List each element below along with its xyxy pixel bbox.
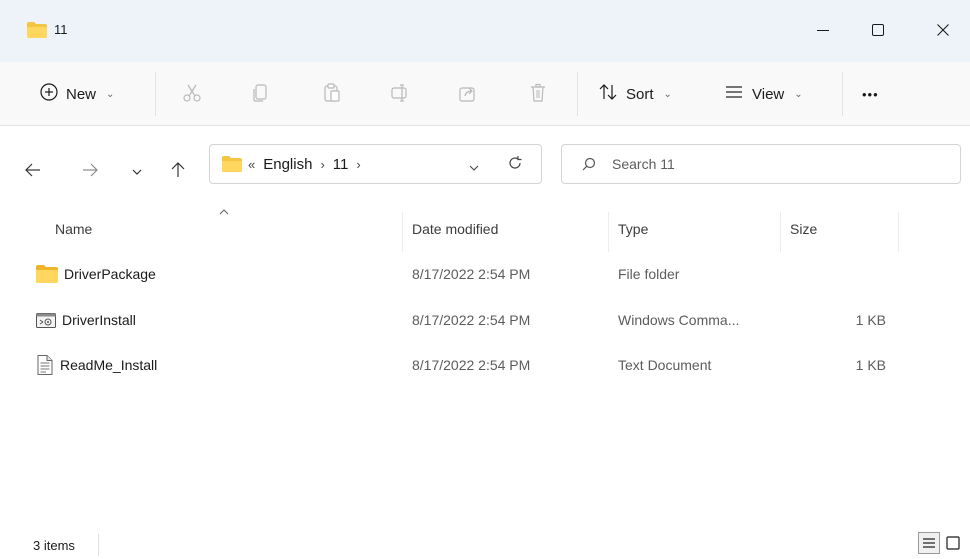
forward-button[interactable]	[77, 158, 103, 184]
status-divider	[98, 534, 99, 556]
toolbar-divider	[842, 72, 843, 116]
delete-button[interactable]	[520, 76, 556, 112]
minimize-button[interactable]	[800, 10, 846, 50]
file-name-cell: ReadMe_Install	[36, 355, 157, 375]
window-title: 11	[54, 22, 68, 37]
title-bar: 11	[0, 0, 970, 62]
maximize-button[interactable]	[855, 10, 901, 50]
breadcrumb-english[interactable]: English	[263, 156, 312, 173]
file-size: 1 KB	[855, 312, 886, 328]
file-type: Windows Comma...	[618, 312, 740, 328]
file-name: DriverPackage	[64, 266, 156, 282]
toolbar-divider	[577, 72, 578, 116]
chevron-down-icon: ⌄	[794, 88, 803, 100]
sort-button[interactable]: Sort ⌄	[598, 76, 672, 112]
back-button[interactable]	[20, 158, 46, 184]
column-header-date[interactable]: Date modified	[412, 221, 498, 237]
more-options-button[interactable]: •••	[862, 76, 879, 112]
sort-arrows-icon	[598, 83, 618, 105]
folder-icon	[36, 265, 58, 283]
arrow-up-icon	[171, 161, 185, 181]
file-name: DriverInstall	[62, 312, 136, 328]
column-header-type[interactable]: Type	[618, 221, 648, 237]
command-script-icon	[36, 311, 56, 329]
folder-icon	[27, 22, 47, 38]
arrow-left-icon	[25, 163, 41, 180]
file-row[interactable]: ReadMe_Install 8/17/2022 2:54 PM Text Do…	[28, 345, 943, 385]
breadcrumb-overflow[interactable]: «	[248, 157, 255, 172]
tiles-view-icon	[946, 536, 960, 550]
trash-icon	[528, 83, 548, 106]
address-bar[interactable]: « English › 11 ›	[209, 144, 542, 184]
file-date: 8/17/2022 2:54 PM	[412, 266, 531, 282]
sort-ascending-icon	[219, 206, 229, 218]
address-history-icon[interactable]	[469, 159, 479, 175]
clipboard-icon	[322, 82, 342, 106]
file-date: 8/17/2022 2:54 PM	[412, 312, 531, 328]
file-size: 1 KB	[855, 357, 886, 373]
file-row[interactable]: DriverPackage 8/17/2022 2:54 PM File fol…	[28, 254, 943, 294]
folder-icon	[222, 156, 242, 172]
column-header-row: Name Date modified Type Size	[0, 206, 970, 252]
file-row[interactable]: DriverInstall 8/17/2022 2:54 PM Windows …	[28, 300, 943, 340]
sort-label: Sort	[626, 85, 654, 103]
status-bar: 3 items	[0, 528, 970, 559]
search-placeholder: Search 11	[612, 156, 675, 172]
file-name-cell: DriverInstall	[36, 311, 136, 329]
arrow-right-icon	[82, 163, 98, 180]
plus-circle-icon	[40, 83, 58, 105]
details-view-button[interactable]	[918, 532, 940, 554]
copy-icon	[251, 83, 271, 106]
close-button[interactable]	[920, 10, 966, 50]
column-divider[interactable]	[402, 212, 403, 252]
view-label: View	[752, 85, 785, 103]
cut-button[interactable]	[174, 76, 210, 112]
new-label: New	[66, 85, 97, 103]
new-button[interactable]: New ⌄	[40, 76, 114, 112]
toolbar-divider	[155, 72, 156, 116]
file-name-cell: DriverPackage	[36, 265, 156, 283]
breadcrumb-separator[interactable]: ›	[320, 157, 324, 172]
share-button[interactable]	[450, 76, 486, 112]
column-divider[interactable]	[780, 212, 781, 252]
column-divider[interactable]	[898, 212, 899, 252]
search-box[interactable]: Search 11	[561, 144, 961, 184]
rename-icon	[390, 83, 410, 106]
recent-locations-button[interactable]	[124, 158, 150, 184]
column-header-size[interactable]: Size	[790, 221, 817, 237]
column-header-name[interactable]: Name	[55, 221, 92, 237]
up-button[interactable]	[165, 158, 191, 184]
share-icon	[458, 83, 478, 106]
view-lines-icon	[724, 85, 744, 103]
more-dots-icon: •••	[862, 86, 879, 102]
text-document-icon	[36, 355, 54, 375]
view-button[interactable]: View ⌄	[724, 76, 803, 112]
scissors-icon	[182, 83, 202, 106]
chevron-down-icon	[132, 163, 142, 179]
chevron-down-icon: ⌄	[106, 88, 115, 100]
rename-button[interactable]	[382, 76, 418, 112]
refresh-icon[interactable]	[507, 155, 523, 174]
chevron-down-icon: ⌄	[663, 88, 672, 100]
file-type: File folder	[618, 266, 680, 282]
file-type: Text Document	[618, 357, 712, 373]
item-count: 3 items	[33, 538, 75, 553]
command-bar: New ⌄ Sort ⌄ View ⌄ •••	[0, 62, 970, 126]
tiles-view-button[interactable]	[942, 532, 964, 554]
column-divider[interactable]	[608, 212, 609, 252]
file-date: 8/17/2022 2:54 PM	[412, 357, 531, 373]
file-name: ReadMe_Install	[60, 357, 158, 373]
navigation-bar: « English › 11 › Search 11	[0, 126, 970, 206]
paste-button[interactable]	[314, 76, 350, 112]
breadcrumb-11[interactable]: 11	[333, 156, 349, 173]
breadcrumb-separator[interactable]: ›	[356, 157, 360, 172]
copy-button[interactable]	[243, 76, 279, 112]
details-view-icon	[922, 537, 936, 549]
search-icon	[582, 157, 596, 171]
